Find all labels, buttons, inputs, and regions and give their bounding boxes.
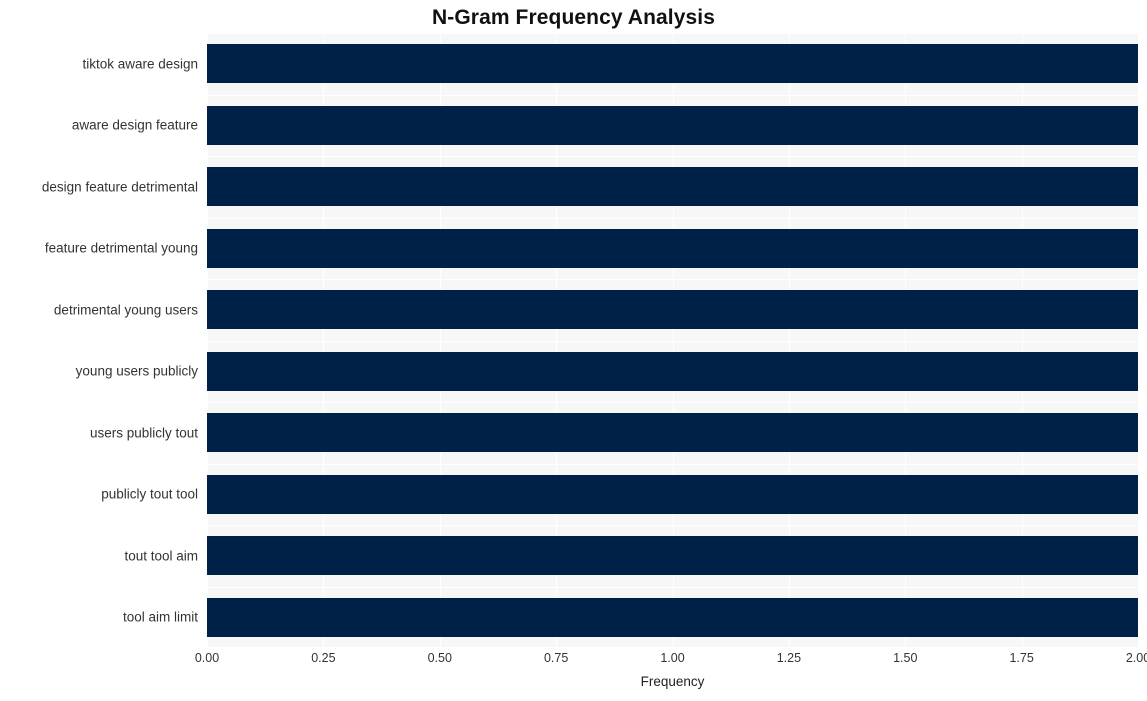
x-axis-tick-label: 0.00: [194, 651, 220, 665]
y-axis-tick-label: young users publicly: [75, 363, 198, 379]
y-axis-tick-label: publicly tout tool: [101, 486, 198, 502]
x-axis-tick-labels: 0.00 0.25 0.50 0.75 1.00 1.25 1.50 1.75 2.00: [0, 651, 1147, 673]
chart-figure: N-Gram Frequency Analysis tiktok aware d…: [0, 0, 1147, 701]
x-axis-tick-label: 1.50: [893, 651, 918, 665]
bar: [207, 105, 1138, 145]
bar: [207, 44, 1138, 84]
bar: [207, 474, 1138, 514]
bar: [207, 597, 1138, 637]
y-axis-tick-label: tout tool aim: [124, 548, 198, 564]
bar: [207, 413, 1138, 453]
x-axis-title: Frequency: [640, 674, 705, 689]
x-axis-tick-label: 1.25: [776, 651, 802, 665]
bar: [207, 351, 1138, 391]
y-axis-tick-label: feature detrimental young: [44, 240, 198, 256]
x-axis-tick-label: 0.75: [543, 651, 569, 665]
bar: [207, 536, 1138, 576]
y-axis-tick-label: tool aim limit: [122, 609, 198, 625]
bar: [207, 228, 1138, 268]
y-axis-tick-label: tiktok aware design: [82, 56, 198, 72]
y-axis-tick-label: users publicly tout: [89, 425, 198, 441]
y-axis-tick-label: aware design feature: [71, 117, 198, 133]
x-axis-tick-label: 1.00: [660, 651, 685, 665]
y-axis-tick-label: design feature detrimental: [41, 179, 198, 195]
x-axis-tick-label: 0.25: [311, 651, 336, 665]
plot-area: [207, 33, 1138, 648]
bar: [207, 167, 1138, 207]
bar: [207, 290, 1138, 330]
x-axis-tick-label: 2.00: [1125, 651, 1147, 665]
y-axis-tick-label: detrimental young users: [53, 302, 198, 318]
x-axis-tick-label: 0.50: [427, 651, 452, 665]
x-axis-tick-label: 1.75: [1009, 651, 1034, 665]
y-axis-tick-labels: tiktok aware design aware design feature d…: [0, 0, 198, 701]
